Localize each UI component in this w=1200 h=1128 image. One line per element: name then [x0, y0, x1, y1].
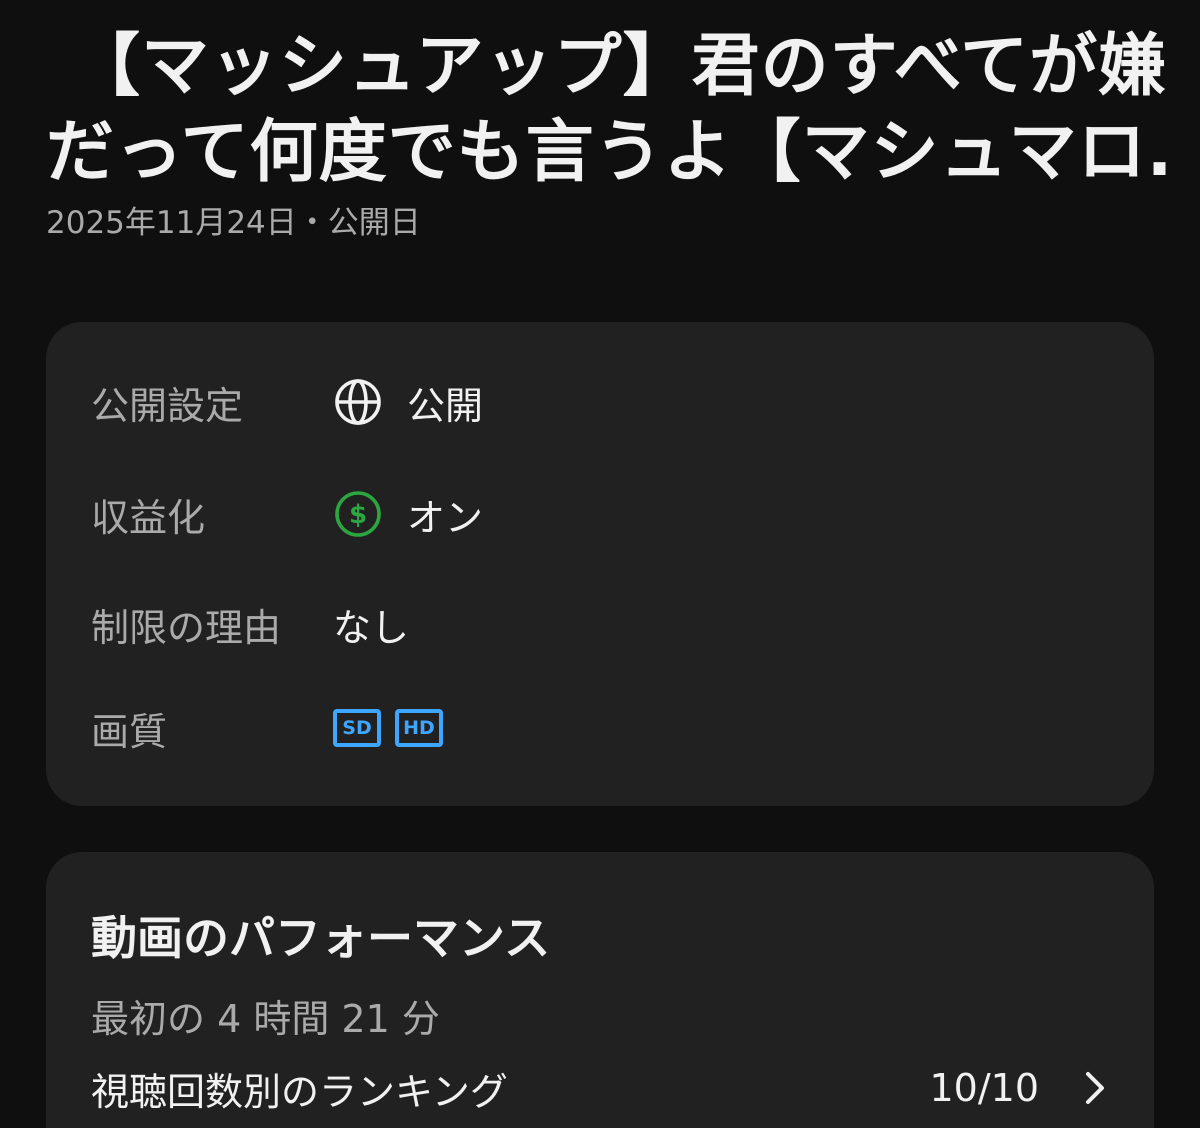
- dollar-icon: $: [333, 489, 383, 539]
- sd-badge: SD: [333, 709, 381, 747]
- monetization-label: 収益化: [91, 495, 206, 540]
- performance-title: 動画のパフォーマンス: [91, 911, 551, 965]
- ranking-row[interactable]: 視聴回数別のランキング 10/10: [91, 1060, 1109, 1116]
- visibility-value: 公開: [333, 375, 483, 430]
- chevron-right-icon[interactable]: [1079, 1068, 1109, 1108]
- visibility-text: 公開: [407, 383, 484, 428]
- publish-date: 2025年11月24日・公開日: [46, 205, 421, 241]
- quality-row: 画質 SD HD: [91, 698, 1109, 758]
- quality-label: 画質: [91, 709, 168, 754]
- visibility-label: 公開設定: [91, 383, 244, 428]
- video-title-line-2: だって何度でも言うよ【マシュマロ..: [46, 113, 1166, 192]
- monetization-text: オン: [407, 495, 484, 540]
- monetization-row[interactable]: 収益化 $ オン: [91, 484, 1109, 544]
- video-details-card: 公開設定 公開 収益化 $ オン 制限の理由 なし 画質 SD HD: [46, 322, 1154, 806]
- hd-badge: HD: [395, 709, 443, 747]
- monetization-value: $ オン: [333, 487, 483, 542]
- performance-timeframe: 最初の 4 時間 21 分: [91, 997, 440, 1041]
- restrictions-value: なし: [333, 605, 410, 650]
- video-details-page: 【マッシュアップ】君のすべてが嫌 だって何度でも言うよ【マシュマロ.. 2025…: [0, 0, 1200, 1128]
- ranking-value: 10/10: [929, 1066, 1039, 1110]
- ranking-value-group: 10/10: [929, 1066, 1109, 1110]
- performance-card: 動画のパフォーマンス 最初の 4 時間 21 分 視聴回数別のランキング 10/…: [46, 852, 1154, 1128]
- video-title-line-1: 【マッシュアップ】君のすべてが嫌: [72, 27, 1166, 106]
- svg-text:$: $: [349, 500, 367, 530]
- restrictions-row[interactable]: 制限の理由 なし: [91, 594, 1109, 654]
- visibility-row[interactable]: 公開設定 公開: [91, 372, 1109, 432]
- quality-badges: SD HD: [333, 709, 457, 747]
- globe-icon: [333, 377, 383, 427]
- ranking-label: 視聴回数別のランキング: [91, 1069, 508, 1114]
- restrictions-label: 制限の理由: [91, 605, 282, 650]
- video-title: 【マッシュアップ】君のすべてが嫌 だって何度でも言うよ【マシュマロ..: [46, 24, 1166, 196]
